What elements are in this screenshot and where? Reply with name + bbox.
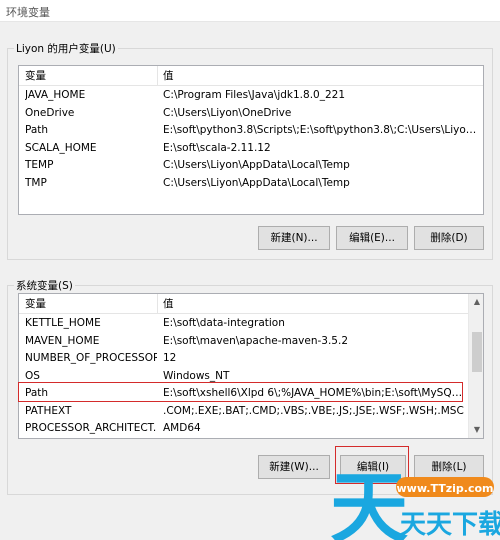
scroll-down-icon[interactable]: ▼: [469, 422, 483, 438]
table-row[interactable]: NUMBER_OF_PROCESSORS 12: [19, 350, 469, 368]
user-variables-legend: Liyon 的用户变量(U): [14, 41, 118, 56]
table-row[interactable]: OS Windows_NT: [19, 368, 469, 386]
table-row-selected-path[interactable]: Path E:\soft\xshell6\Xlpd 6\;%JAVA_HOME%…: [19, 385, 469, 403]
table-row[interactable]: MAVEN_HOME E:\soft\maven\apache-maven-3.…: [19, 333, 469, 351]
table-row[interactable]: TEMP C:\Users\Liyon\AppData\Local\Temp: [19, 157, 483, 175]
column-header-value[interactable]: 值: [159, 66, 459, 86]
scroll-thumb[interactable]: [472, 332, 482, 372]
column-header-value[interactable]: 值: [159, 294, 459, 314]
table-row[interactable]: JAVA_HOME C:\Program Files\Java\jdk1.8.0…: [19, 87, 483, 105]
system-variables-list[interactable]: 变量 值 KETTLE_HOME E:\soft\data-integratio…: [18, 293, 484, 439]
system-variables-header: 变量 值: [19, 294, 469, 314]
table-row[interactable]: PATHEXT .COM;.EXE;.BAT;.CMD;.VBS;.VBE;.J…: [19, 403, 469, 421]
table-row[interactable]: KETTLE_HOME E:\soft\data-integration: [19, 315, 469, 333]
watermark: 天 www.TTzip.com 天天下载: [330, 455, 500, 540]
user-variables-header: 变量 值: [19, 66, 483, 86]
svg-text:www.TTzip.com: www.TTzip.com: [397, 482, 494, 495]
user-edit-button[interactable]: 编辑(E)...: [336, 226, 408, 250]
column-header-variable[interactable]: 变量: [21, 294, 157, 314]
scroll-up-icon[interactable]: ▲: [469, 294, 483, 310]
svg-text:天天下载: 天天下载: [400, 510, 500, 540]
table-row[interactable]: PROCESSOR_ARCHITECT... AMD64: [19, 420, 469, 438]
window-title: 环境变量: [6, 6, 50, 19]
system-list-scrollbar[interactable]: ▲ ▼: [468, 294, 483, 438]
table-row[interactable]: TMP C:\Users\Liyon\AppData\Local\Temp: [19, 175, 483, 193]
system-variables-legend: 系统变量(S): [14, 278, 75, 293]
window-titlebar: 环境变量: [0, 0, 500, 22]
system-new-button[interactable]: 新建(W)...: [258, 455, 330, 479]
user-new-button[interactable]: 新建(N)...: [258, 226, 330, 250]
user-variables-list[interactable]: 变量 值 JAVA_HOME C:\Program Files\Java\jdk…: [18, 65, 484, 215]
user-delete-button[interactable]: 删除(D): [414, 226, 484, 250]
table-row[interactable]: SCALA_HOME E:\soft\scala-2.11.12: [19, 140, 483, 158]
svg-text:天: 天: [330, 464, 408, 540]
table-row[interactable]: Path E:\soft\python3.8\Scripts\;E:\soft\…: [19, 122, 483, 140]
watermark-logo-icon: 天 www.TTzip.com 天天下载: [330, 464, 500, 540]
column-header-variable[interactable]: 变量: [21, 66, 157, 86]
table-row[interactable]: OneDrive C:\Users\Liyon\OneDrive: [19, 105, 483, 123]
